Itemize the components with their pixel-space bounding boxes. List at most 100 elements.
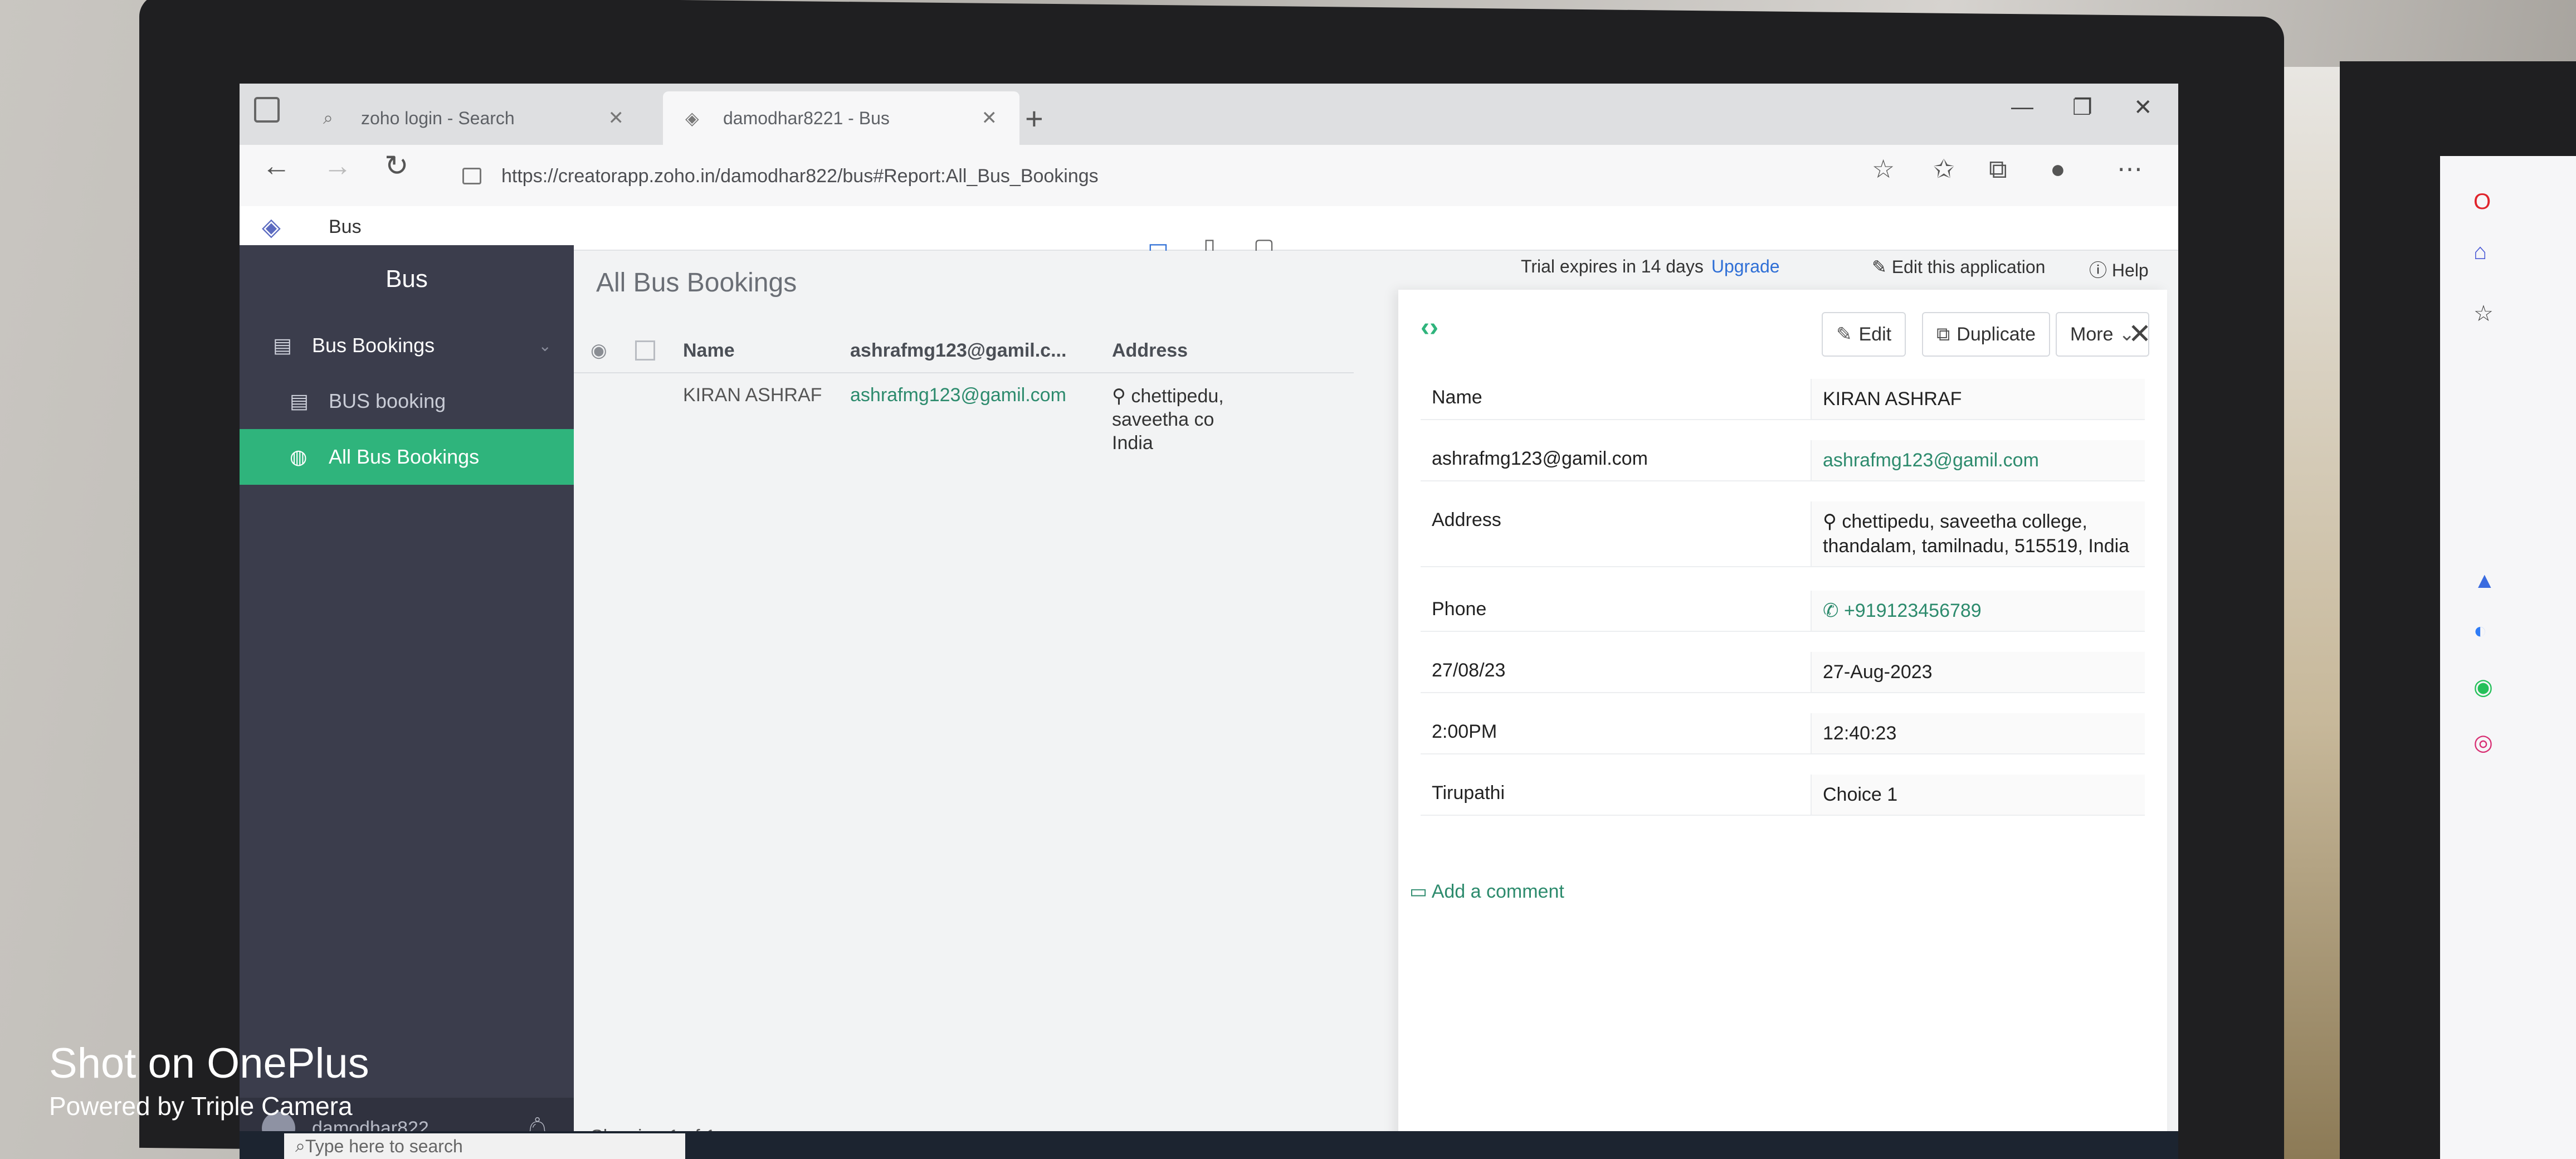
close-icon[interactable]: ✕ xyxy=(982,107,998,129)
chevron-down-icon[interactable]: ⌄ xyxy=(539,337,552,355)
opera-icon[interactable]: O xyxy=(2473,189,2491,215)
field-value-phone-link[interactable]: ✆ +919123456789 xyxy=(1811,591,2145,631)
add-comment-link[interactable]: ▭ Add a comment xyxy=(1409,880,1564,903)
column-header-email[interactable]: ashrafmg123@gamil.c... xyxy=(850,340,1112,362)
phone-text: +919123456789 xyxy=(1843,600,1982,621)
column-header-address[interactable]: Address xyxy=(1112,340,1279,362)
duplicate-button[interactable]: ⧉ Duplicate xyxy=(1922,312,2051,357)
upgrade-link[interactable]: Upgrade xyxy=(1711,256,1780,277)
eye-icon[interactable]: ◉ xyxy=(591,339,624,362)
minimize-icon[interactable]: — xyxy=(2011,95,2033,120)
home-icon[interactable]: ⌂ xyxy=(2473,240,2487,265)
detail-row-address: Address ⚲ chettipedu, saveetha college, … xyxy=(1421,501,2145,567)
address-text: chettipedu, saveetha college, thandalam,… xyxy=(1823,511,2130,557)
detail-row-destination: Tirupathi Choice 1 xyxy=(1421,775,2145,816)
cell-name: KIRAN ASHRAF xyxy=(683,384,822,406)
camera-watermark-subtitle: Powered by Triple Camera xyxy=(49,1092,353,1121)
pin-icon[interactable]: ☆ xyxy=(2473,301,2494,327)
taskbar: ⌕ Type here to search xyxy=(240,1131,2178,1159)
collections-icon[interactable]: ⧉ xyxy=(1989,154,2007,185)
search-icon: ⌕ xyxy=(295,1136,305,1156)
zoho-creator-logo-icon[interactable]: ◈ xyxy=(262,213,281,241)
url-bar[interactable]: https://creatorapp.zoho.in/damodhar822/b… xyxy=(462,155,1967,197)
column-header-name[interactable]: Name xyxy=(683,340,850,362)
help-button[interactable]: ⓘ Help xyxy=(2089,256,2149,282)
new-tab-icon[interactable]: + xyxy=(1025,100,1043,137)
profile-icon[interactable]: ● xyxy=(2050,154,2066,184)
record-detail-panel: ‹› ✎ Edit ⧉ Duplicate More ⌄ ✕ Name KIRA… xyxy=(1398,290,2167,1159)
field-label: Phone xyxy=(1432,598,1487,620)
search-icon: ⌕ xyxy=(323,108,333,128)
add-favorite-icon[interactable]: ☆ xyxy=(1872,154,1895,184)
close-window-icon[interactable]: ✕ xyxy=(2134,95,2153,120)
select-all-checkbox[interactable] xyxy=(635,340,655,361)
edit-button[interactable]: ✎ Edit xyxy=(1822,312,1906,357)
field-value: 27-Aug-2023 xyxy=(1811,652,2145,692)
sidebar-item-label: Bus Bookings xyxy=(312,334,435,357)
zoho-creator-icon: ◈ xyxy=(685,108,699,128)
close-icon[interactable]: ✕ xyxy=(608,107,625,129)
favorites-icon[interactable]: ✩ xyxy=(1933,154,1955,184)
sidebar-item-label: All Bus Bookings xyxy=(329,445,480,468)
more-label: More xyxy=(2070,323,2114,345)
sidebar-title: Bus xyxy=(386,265,428,293)
lock-icon xyxy=(462,168,481,184)
tab-label: zoho login - Search xyxy=(361,108,515,128)
messenger-icon[interactable]: ◐ xyxy=(2473,619,2487,644)
field-value: 12:40:23 xyxy=(1811,713,2145,753)
form-icon: ▤ xyxy=(290,389,309,412)
url-text: https://creatorapp.zoho.in/damodhar822/b… xyxy=(501,165,1099,187)
edit-application-button[interactable]: ✎ Edit this application xyxy=(1872,256,2045,277)
trial-text: Trial expires in 14 days xyxy=(1521,256,1704,276)
trial-banner: Trial expires in 14 days Upgrade xyxy=(1521,256,1780,277)
app-name[interactable]: Bus xyxy=(329,216,362,238)
sidebar-item-bus-bookings[interactable]: ▤ Bus Bookings ⌄ xyxy=(240,318,574,373)
form-icon: ▤ xyxy=(273,334,292,357)
tab-bus[interactable]: ◈ damodhar8221 - Bus ✕ xyxy=(663,91,1019,145)
back-icon[interactable]: ← xyxy=(262,149,291,183)
detail-row-time: 2:00PM 12:40:23 xyxy=(1421,713,2145,754)
instagram-icon[interactable]: ◎ xyxy=(2473,730,2493,756)
field-label: Name xyxy=(1432,387,1482,408)
search-placeholder: Type here to search xyxy=(305,1136,463,1156)
forward-icon[interactable]: → xyxy=(323,149,352,183)
table-header: ◉ Name ashrafmg123@gamil.c... Address xyxy=(574,329,1354,373)
field-label: Address xyxy=(1432,509,1501,530)
cell-address: ⚲ chettipedu, saveetha co India xyxy=(1112,384,1279,455)
field-value: Choice 1 xyxy=(1811,775,2145,815)
add-comment-label: Add a comment xyxy=(1431,881,1564,902)
sidebar: Bus ▤ Bus Bookings ⌄ ▤ BUS booking ◍ All… xyxy=(240,245,574,1159)
pin-icon: ⚲ xyxy=(1823,511,1842,532)
sidebar-item-all-bus-bookings[interactable]: ◍ All Bus Bookings xyxy=(240,429,574,485)
more-menu-icon[interactable]: ⋯ xyxy=(2117,154,2143,184)
field-value-email-link[interactable]: ashrafmg123@gamil.com xyxy=(1811,440,2145,480)
page-title: All Bus Bookings xyxy=(596,268,797,298)
taskbar-search-input[interactable]: ⌕ Type here to search xyxy=(284,1133,685,1159)
close-icon[interactable]: ✕ xyxy=(2128,318,2151,350)
camera-watermark-title: Shot on OnePlus xyxy=(49,1040,369,1087)
globe-icon: ◍ xyxy=(290,445,308,468)
tab-zoho-login[interactable]: ⌕ zoho login - Search ✕ xyxy=(301,91,646,145)
comment-icon: ▭ xyxy=(1409,881,1432,902)
whatsapp-icon[interactable]: ◉ xyxy=(2473,674,2493,700)
detail-row-phone: Phone ✆ +919123456789 xyxy=(1421,591,2145,632)
detail-row-name: Name KIRAN ASHRAF xyxy=(1421,379,2145,420)
report-area: All Bus Bookings Trial expires in 14 day… xyxy=(574,251,2178,1159)
sidebar-item-bus-booking[interactable]: ▤ BUS booking xyxy=(240,373,574,429)
address-line-2: India xyxy=(1112,432,1153,454)
restore-icon[interactable]: ❐ xyxy=(2072,95,2092,120)
cell-email[interactable]: ashrafmg123@gamil.com xyxy=(850,384,1112,406)
code-icon[interactable]: ‹› xyxy=(1421,312,1438,343)
pencil-icon: ✎ xyxy=(1872,257,1892,277)
refresh-icon[interactable]: ↻ xyxy=(384,149,409,183)
pin-icon: ⚲ xyxy=(1112,386,1131,407)
duplicate-label: Duplicate xyxy=(1957,323,2036,345)
field-label: ashrafmg123@gamil.com xyxy=(1432,448,1648,469)
vertical-tabs-icon[interactable] xyxy=(254,97,280,123)
tab-label: damodhar8221 - Bus xyxy=(723,108,890,128)
table-row[interactable]: KIRAN ASHRAF ashrafmg123@gamil.com ⚲ che… xyxy=(574,379,1354,454)
detail-row-date: 27/08/23 27-Aug-2023 xyxy=(1421,652,2145,693)
field-value: KIRAN ASHRAF xyxy=(1811,379,2145,419)
app-icon[interactable]: ▲ xyxy=(2473,568,2496,593)
edit-label: Edit xyxy=(1858,323,1892,345)
